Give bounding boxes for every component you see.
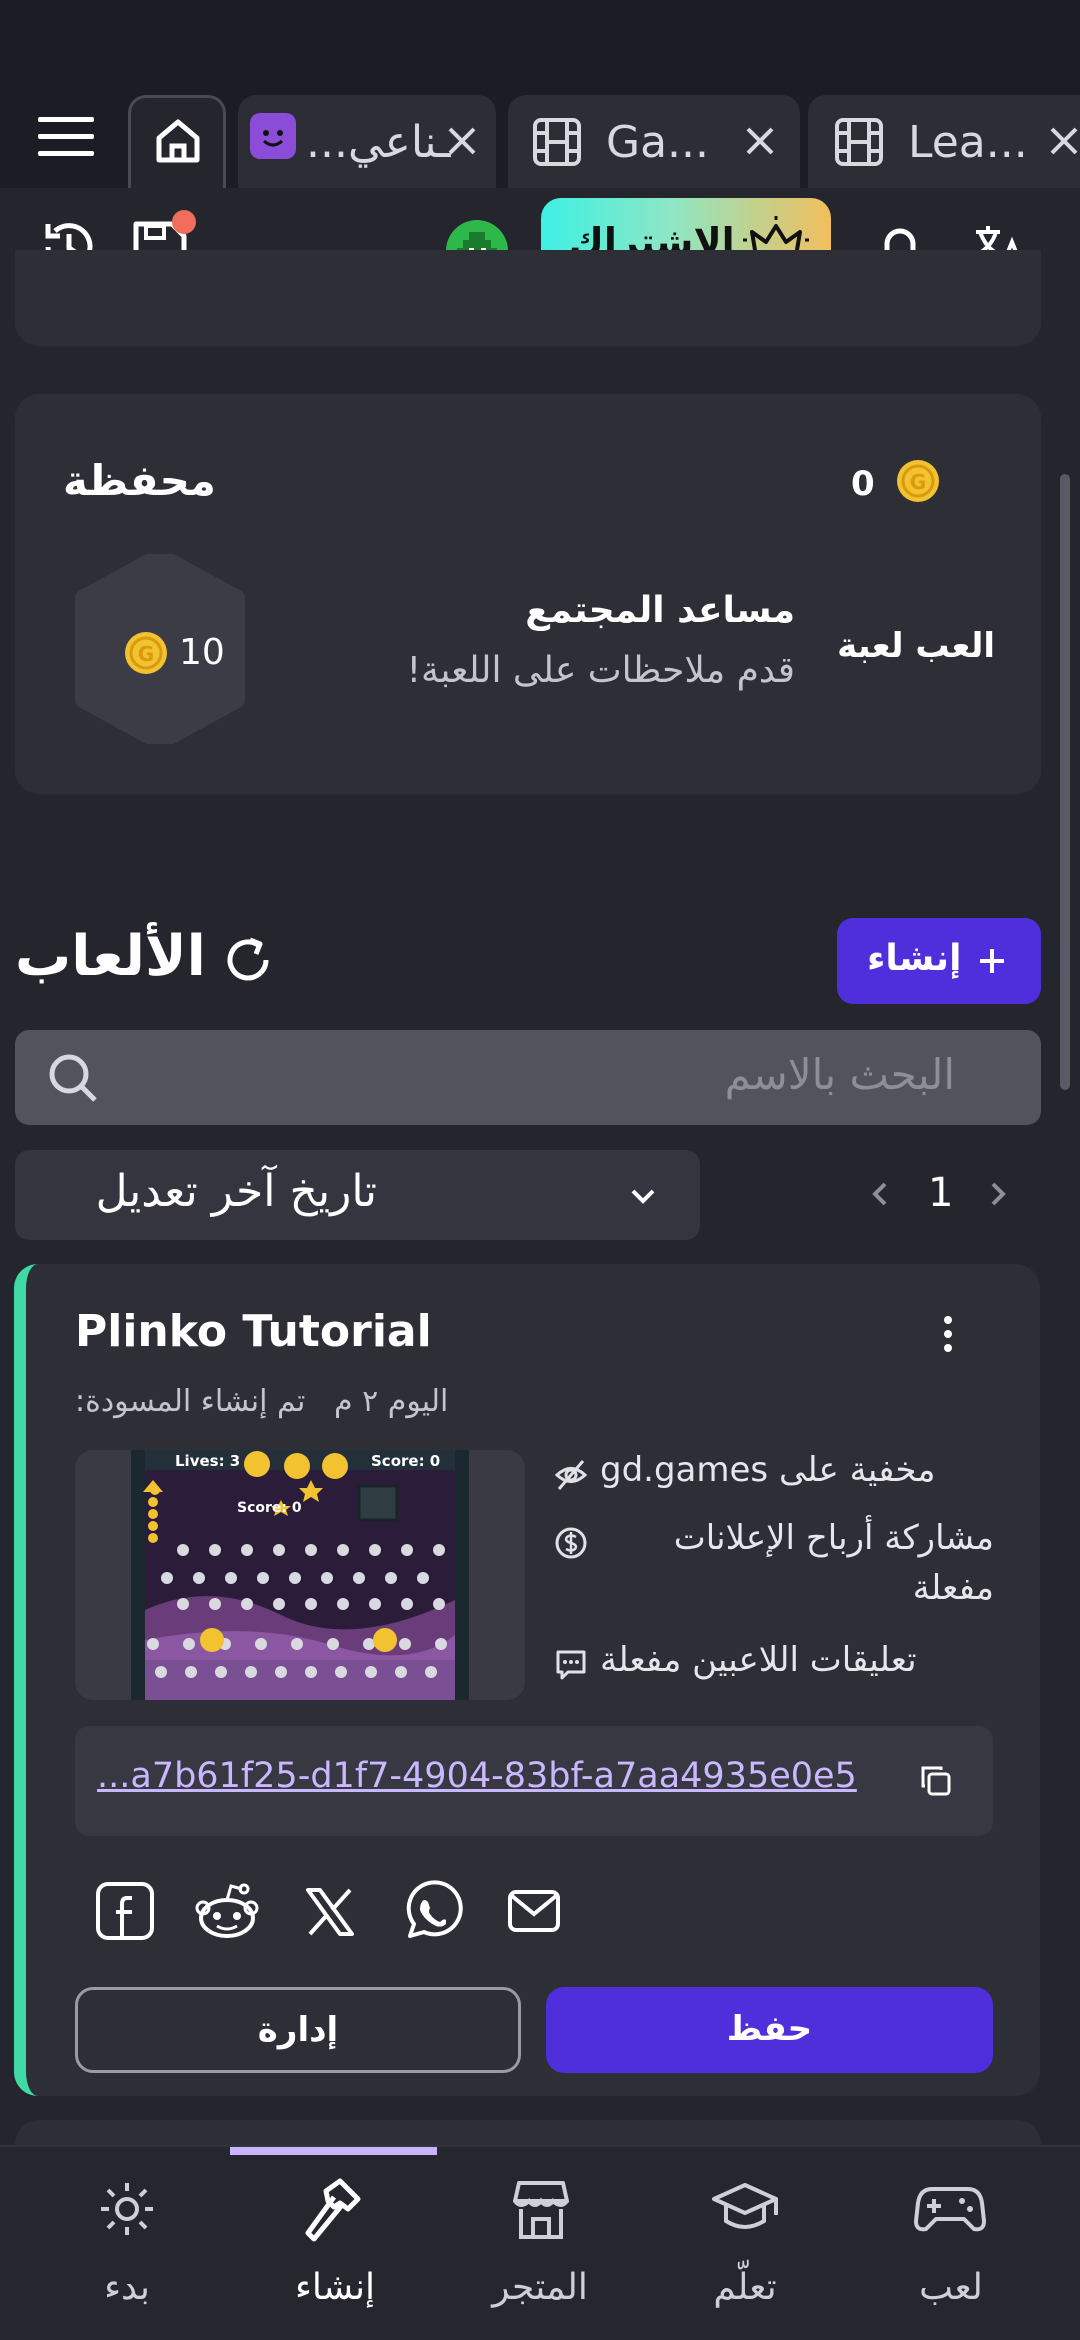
nav-item-create[interactable]: إنشاء [230, 2147, 440, 2340]
bottom-navigation: بدء إنشاء المتجر تعلّم لعب [0, 2145, 1080, 2340]
reward-badge: G 10 [75, 554, 245, 744]
search-placeholder: البحث بالاسم [724, 1050, 955, 1099]
tab-label: Ga... [606, 117, 710, 168]
play-game-link[interactable]: العب لعبة [805, 626, 995, 666]
browser-tab-bar: ...ـناعي Ga... Lea... [0, 0, 1080, 188]
sort-dropdown[interactable]: تاريخ آخر تعديل [15, 1150, 700, 1240]
close-icon[interactable] [442, 121, 482, 161]
active-indicator [230, 2147, 437, 2155]
info-comments-text: تعليقات اللاعبين مفعلة [600, 1640, 917, 1680]
info-ads-line2: مفعلة [912, 1568, 994, 1608]
nav-item-start[interactable]: بدء [22, 2147, 232, 2340]
graduation-cap-icon [710, 2181, 780, 2237]
store-icon [511, 2179, 571, 2241]
info-comments: تعليقات اللاعبين مفعلة [550, 1640, 994, 1690]
film-icon [834, 117, 884, 167]
created-date: اليوم ٢ م تم إنشاء المسودة: [75, 1384, 449, 1419]
info-hidden-text: مخفية على gd.games [600, 1450, 936, 1490]
page-number: 1 [928, 1170, 954, 1216]
close-icon[interactable] [740, 121, 780, 161]
info-hidden: مخفية على gd.games [550, 1450, 994, 1500]
thumb-score-small: Score: 0 [237, 1500, 302, 1516]
game-link-box: ...a7b61f25-d1f7-4904-83bf-a7aa4935e0e5 [75, 1726, 993, 1836]
nav-item-learn[interactable]: تعلّم [640, 2147, 850, 2340]
svg-text:G: G [910, 470, 926, 494]
refresh-icon[interactable] [220, 932, 276, 988]
manage-button[interactable]: إدارة [75, 1987, 521, 2073]
svg-text:G: G [138, 642, 154, 666]
thumb-lives: Lives: 3 [175, 1452, 241, 1470]
notification-dot [172, 210, 196, 234]
eye-off-icon [554, 1458, 588, 1492]
sun-icon [97, 2179, 157, 2239]
chevron-left-icon[interactable] [864, 1178, 896, 1210]
x-twitter-icon[interactable] [302, 1884, 358, 1940]
assistant-title: مساعد المجتمع [525, 590, 795, 631]
hammer-icon [300, 2177, 366, 2243]
reddit-icon[interactable] [194, 1878, 260, 1944]
game-title[interactable]: Plinko Tutorial [75, 1306, 432, 1357]
save-button[interactable]: حفظ [546, 1987, 993, 2073]
whatsapp-icon[interactable] [400, 1880, 464, 1944]
dollar-icon [554, 1526, 588, 1560]
tab-label: ...ـناعي [306, 117, 451, 168]
tab-learn[interactable]: Lea... [808, 95, 1080, 188]
copy-icon[interactable] [917, 1762, 955, 1800]
wallet-balance: 0 [851, 464, 875, 504]
games-title: الألعاب [15, 924, 206, 989]
nav-item-store[interactable]: المتجر [435, 2147, 645, 2340]
tab-home[interactable] [128, 95, 226, 188]
info-ads-line1: مشاركة أرباح الإعلانات [673, 1518, 994, 1558]
more-options-icon[interactable] [930, 1314, 966, 1354]
create-label: إنشاء [867, 938, 962, 979]
create-game-button[interactable]: إنشاء [837, 918, 1041, 1004]
plus-icon [977, 946, 1007, 976]
coin-icon: G [895, 458, 941, 504]
previous-card [15, 250, 1041, 346]
reward-amount: 10 [179, 632, 225, 673]
nav-item-play[interactable]: لعب [846, 2147, 1056, 2340]
nav-label: المتجر [492, 2267, 588, 2308]
search-icon [47, 1052, 99, 1104]
home-icon [151, 114, 205, 168]
tab-label: Lea... [908, 117, 1028, 168]
info-ads: مشاركة أرباح الإعلانات مفعلة [550, 1518, 994, 1618]
thumbnail-scene: Lives: 3 Score: 0 Score: 0 [131, 1450, 469, 1700]
save-label: حفظ [726, 2009, 813, 2049]
chevron-right-icon[interactable] [982, 1178, 1014, 1210]
wallet-title: محفظة [63, 456, 216, 505]
nav-label: بدء [104, 2267, 150, 2308]
thumb-score: Score: 0 [371, 1452, 441, 1470]
scrollbar-thumb[interactable] [1060, 474, 1070, 1090]
close-icon[interactable] [1044, 121, 1080, 161]
tab-games[interactable]: Ga... [508, 95, 800, 188]
game-link[interactable]: ...a7b61f25-d1f7-4904-83bf-a7aa4935e0e5 [97, 1756, 857, 1796]
gamepad-icon [914, 2183, 986, 2235]
game-thumbnail[interactable]: Lives: 3 Score: 0 Score: 0 [75, 1450, 525, 1700]
sort-value: تاريخ آخر تعديل [95, 1166, 377, 1217]
assistant-subtitle: قدم ملاحظات على اللعبة! [406, 650, 795, 691]
manage-label: إدارة [257, 2010, 339, 2050]
nav-label: إنشاء [294, 2267, 376, 2308]
chevron-down-icon [627, 1180, 659, 1212]
coin-icon: G [123, 630, 169, 676]
tab-ai[interactable]: ...ـناعي [238, 95, 496, 188]
wallet-card: محفظة 0 G G 10 مساعد المجتمع قدم ملاحظات… [15, 394, 1041, 794]
comment-icon [554, 1648, 588, 1682]
nav-label: لعب [919, 2267, 983, 2308]
menu-icon[interactable] [38, 115, 94, 159]
facebook-icon[interactable] [94, 1880, 156, 1942]
nav-label: تعلّم [713, 2267, 777, 2308]
email-icon[interactable] [506, 1886, 562, 1936]
search-input[interactable]: البحث بالاسم [15, 1030, 1041, 1125]
film-icon [532, 117, 582, 167]
ai-chat-icon [250, 113, 296, 159]
